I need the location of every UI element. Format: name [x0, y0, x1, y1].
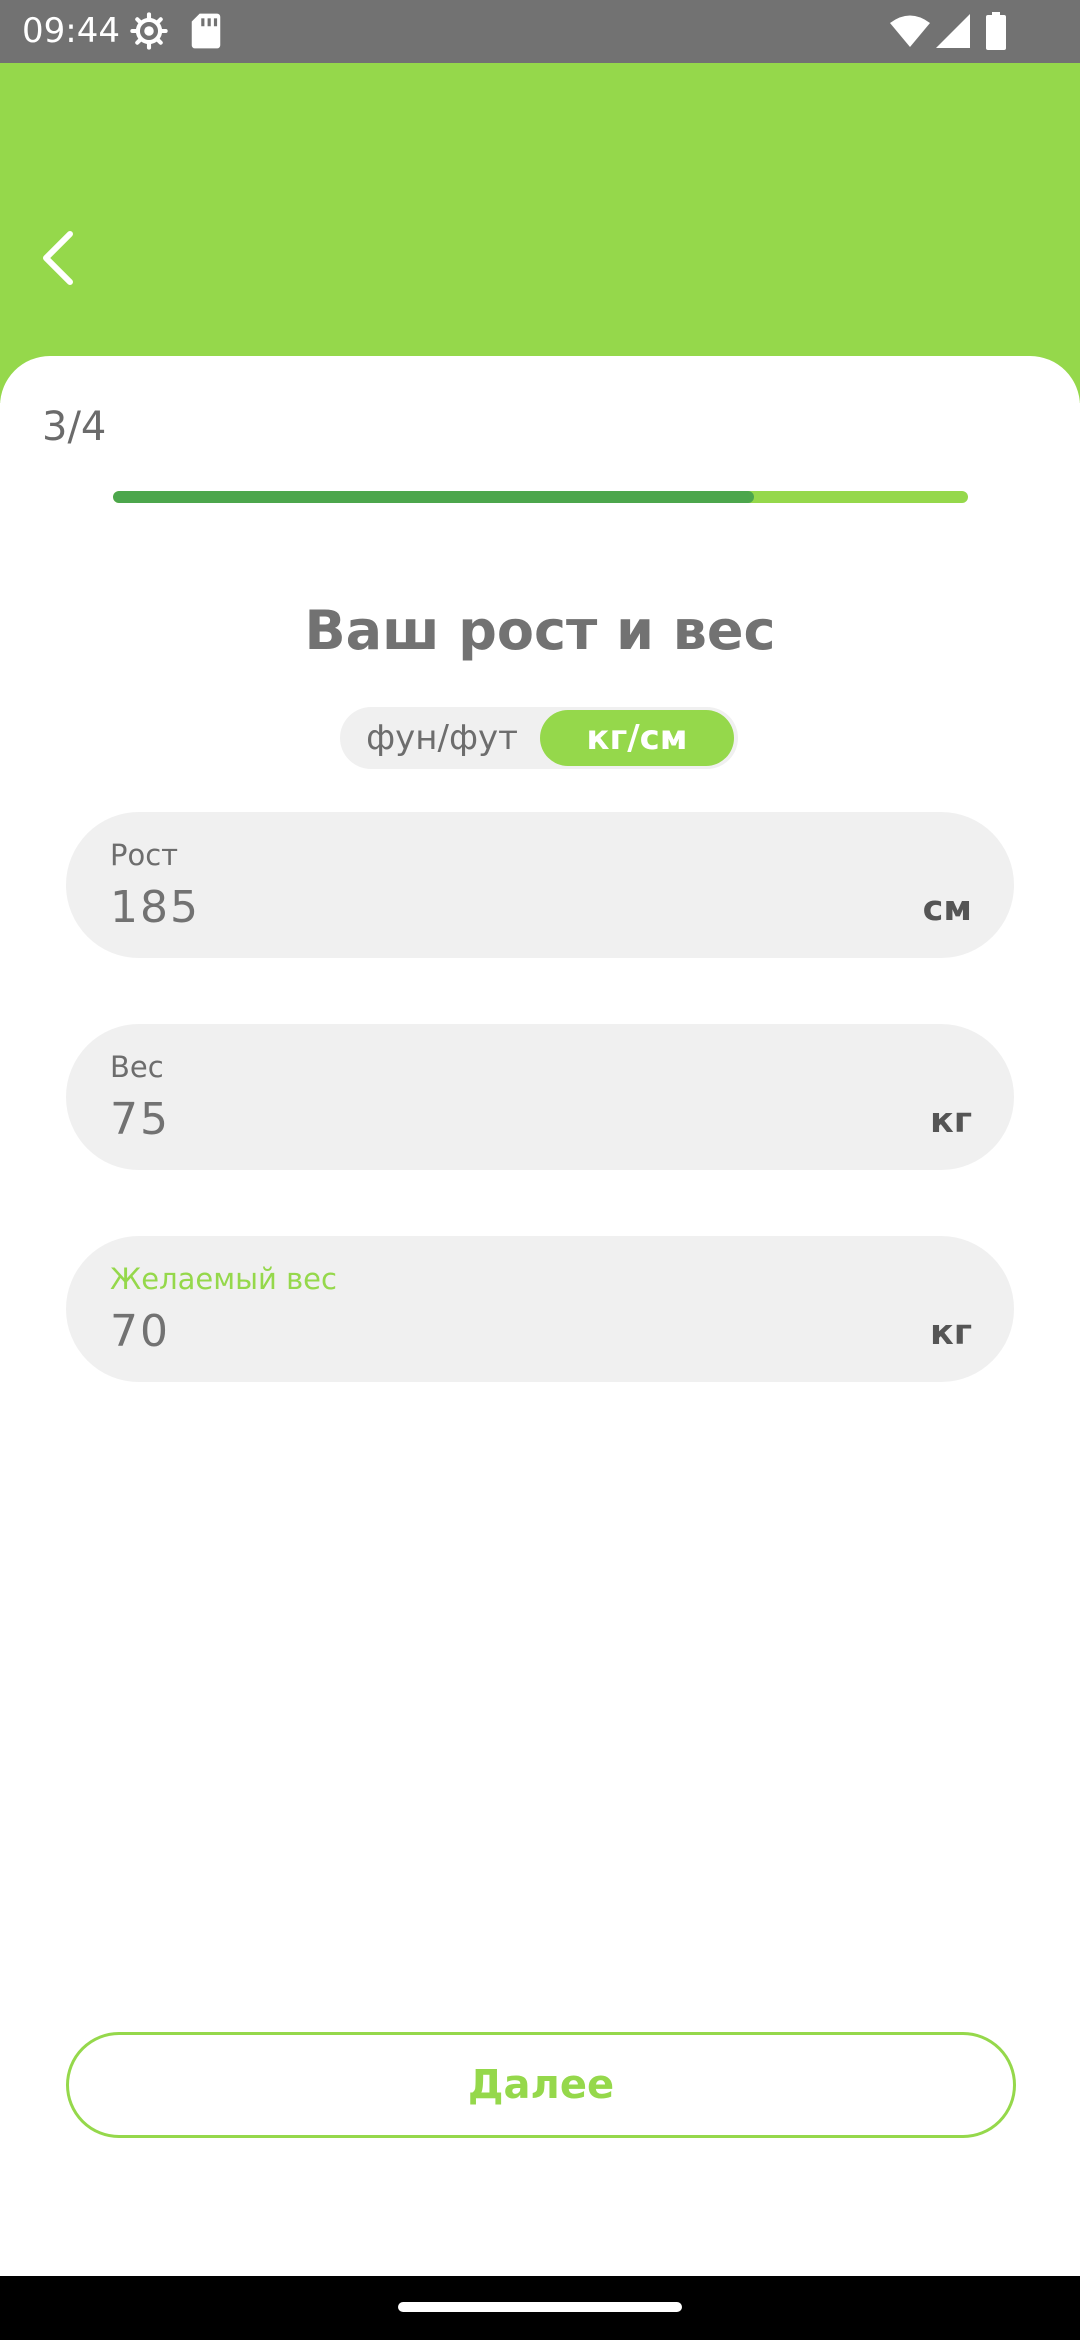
sd-card-icon — [190, 12, 222, 54]
next-button[interactable]: Далее — [66, 2032, 1016, 2138]
weight-field[interactable]: Вес 75 кг — [66, 1024, 1014, 1170]
target-weight-field[interactable]: Желаемый вес 70 кг — [66, 1236, 1014, 1382]
signal-icon — [936, 14, 970, 52]
back-button[interactable] — [28, 225, 88, 295]
page-title: Ваш рост и вес — [304, 599, 776, 662]
unit-toggle: фун/фут кг/см — [340, 707, 738, 769]
target-weight-unit: кг — [929, 1313, 972, 1353]
target-weight-label: Желаемый вес — [110, 1262, 337, 1296]
height-unit: см — [922, 889, 972, 929]
weight-unit: кг — [929, 1101, 972, 1141]
progress-fill — [113, 491, 755, 503]
toggle-imperial[interactable]: фун/фут — [344, 710, 540, 766]
height-label: Рост — [110, 838, 179, 872]
chevron-left-icon — [38, 230, 78, 290]
wifi-icon — [890, 14, 930, 52]
weight-input[interactable]: 75 — [110, 1092, 170, 1148]
battery-icon — [986, 12, 1006, 54]
status-time: 09:44 — [22, 11, 120, 51]
height-field[interactable]: Рост 185 см — [66, 812, 1014, 958]
weight-label: Вес — [110, 1050, 164, 1084]
toggle-metric[interactable]: кг/см — [540, 710, 734, 766]
home-indicator[interactable] — [398, 2302, 682, 2312]
step-counter: 3/4 — [42, 404, 107, 450]
height-input[interactable]: 185 — [110, 880, 200, 936]
header-banner — [0, 63, 1080, 403]
progress-bar — [113, 491, 968, 503]
target-weight-input[interactable]: 70 — [110, 1304, 170, 1360]
status-bar: 09:44 — [0, 0, 1080, 63]
settings-icon — [130, 12, 168, 54]
